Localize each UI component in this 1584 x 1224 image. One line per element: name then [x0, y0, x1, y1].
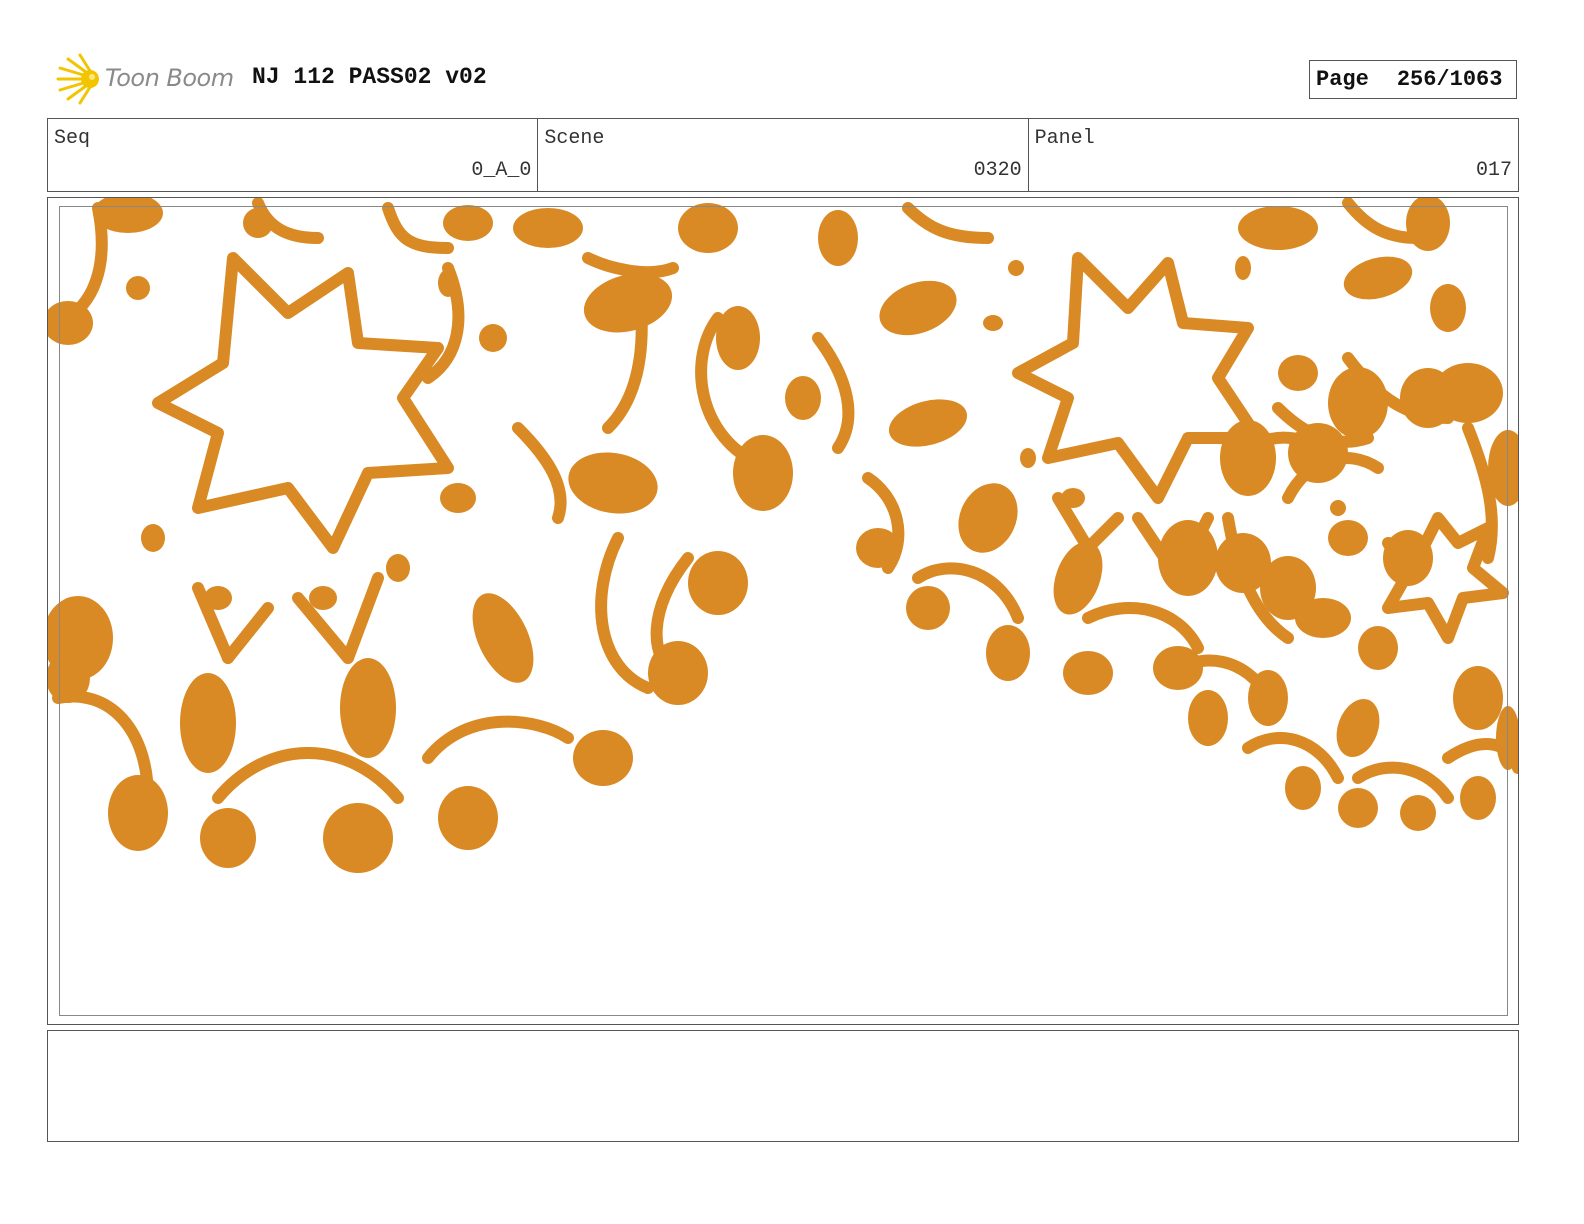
scene-label: Scene	[544, 127, 605, 150]
seq-label: Seq	[54, 127, 91, 150]
document-title: NJ 112 PASS02 v02	[252, 64, 487, 90]
notes-area	[47, 1030, 1519, 1142]
star-outline-left	[152, 252, 454, 554]
page-number: 256/1063	[1396, 67, 1503, 92]
page-label: Page	[1316, 67, 1369, 92]
panel-value: 017	[1475, 159, 1512, 182]
panel-label: Panel	[1034, 127, 1095, 150]
scene-value: 0320	[973, 159, 1022, 182]
logo-text: Toon Boom	[105, 64, 234, 92]
scene-cell: Scene 0320	[538, 119, 1029, 191]
seq-cell: Seq 0_A_0	[48, 119, 539, 191]
toon-boom-logo: Toon Boom	[50, 50, 240, 108]
seq-value: 0_A_0	[471, 159, 532, 182]
starburst-icon	[56, 53, 99, 105]
info-row: Seq 0_A_0 Scene 0320 Panel 017	[47, 118, 1519, 192]
confetti-artwork	[48, 198, 1518, 873]
storyboard-panel	[47, 197, 1519, 1025]
panel-cell: Panel 017	[1029, 119, 1518, 191]
page-indicator: Page 256/1063	[1309, 60, 1517, 99]
